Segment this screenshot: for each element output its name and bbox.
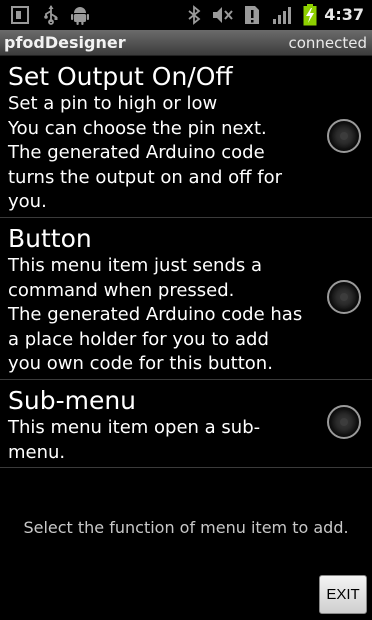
desc-line: command when pressed. (8, 279, 235, 301)
usb-icon (40, 0, 62, 30)
status-time: 4:37 (324, 5, 364, 24)
menu-item-sub-menu[interactable]: Sub-menu This menu item open a sub- menu… (0, 380, 372, 468)
bluetooth-icon (184, 0, 204, 30)
menu-item-set-output[interactable]: Set Output On/Off Set a pin to high or l… (0, 56, 372, 218)
status-bar: 4:37 (0, 0, 372, 30)
menu-item-description: Set a pin to high or low You can choose … (8, 92, 312, 215)
menu-item-description: This menu item open a sub- menu. (8, 416, 312, 465)
radio-button-sub-menu[interactable] (327, 405, 361, 439)
radio-button-set-output[interactable] (327, 119, 361, 153)
screen-icon (9, 0, 31, 30)
android-icon (68, 0, 92, 30)
menu-item-title: Button (8, 224, 92, 253)
desc-line: you own code for this button. (8, 353, 273, 374)
desc-line: a place holder for you to add (8, 328, 269, 350)
instruction-text: Select the function of menu item to add. (23, 518, 349, 537)
connection-status: connected (288, 34, 367, 52)
menu-item-title: Sub-menu (8, 386, 137, 415)
menu-item-list: Set Output On/Off Set a pin to high or l… (0, 56, 372, 468)
menu-item-button[interactable]: Button This menu item just sends a comma… (0, 218, 372, 380)
battery-charging-icon (300, 0, 320, 30)
desc-line: The generated Arduino code (8, 142, 265, 163)
desc-line: This menu item just sends a (8, 255, 263, 276)
title-bar: pfodDesigner connected (0, 30, 372, 56)
mute-icon (210, 0, 236, 30)
app-title: pfodDesigner (4, 33, 126, 52)
radio-button-button[interactable] (327, 280, 361, 314)
alert-icon (242, 0, 262, 30)
menu-item-title: Set Output On/Off (8, 62, 233, 91)
desc-line: You can choose the pin next. (8, 117, 267, 139)
exit-button[interactable]: EXIT (319, 575, 367, 614)
desc-line: The generated Arduino code has (8, 304, 303, 325)
desc-line: turns the output on and off for (8, 166, 283, 188)
desc-line: you. (8, 191, 47, 212)
desc-line: menu. (8, 441, 66, 463)
desc-line: Set a pin to high or low (8, 93, 218, 114)
signal-icon (270, 0, 294, 30)
desc-line: This menu item open a sub- (8, 417, 261, 438)
menu-item-description: This menu item just sends a command when… (8, 254, 312, 377)
